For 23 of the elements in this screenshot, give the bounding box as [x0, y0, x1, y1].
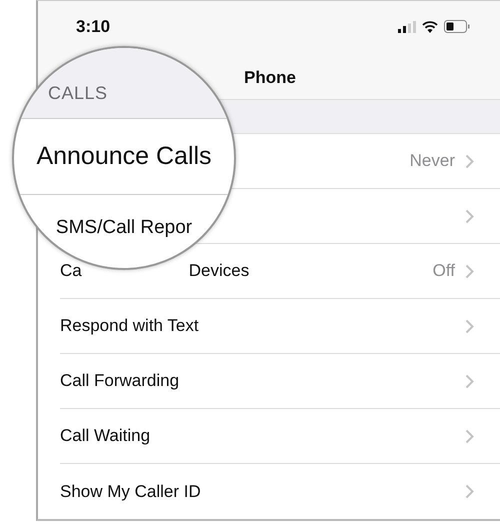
- row-label: Respond with Text: [60, 316, 199, 336]
- nav-title: Phone: [244, 68, 296, 88]
- chevron-icon: [465, 154, 474, 168]
- row-label: Show My Caller ID: [60, 482, 201, 502]
- chevron-icon: [465, 208, 474, 224]
- row-label: Ca: [60, 261, 82, 281]
- magnified-row-label: Announce Calls: [36, 142, 212, 171]
- signal-icon: [398, 20, 416, 32]
- chevron-icon: [465, 264, 474, 278]
- chevron-icon: [465, 318, 474, 334]
- row-label: Devices: [188, 261, 250, 281]
- row-value: Never: [410, 151, 455, 171]
- row-label: Call Waiting: [60, 426, 150, 446]
- magnified-row-label: SMS/Call Repor: [56, 217, 192, 239]
- wifi-icon: [422, 20, 438, 32]
- row-value: Off: [432, 261, 455, 281]
- battery-icon: [444, 20, 470, 33]
- status-time: 3:10: [76, 17, 110, 37]
- chevron-icon: [465, 484, 474, 499]
- section-header: CALLS: [48, 83, 108, 104]
- row-label: Call Forwarding: [60, 371, 180, 391]
- chevron-icon: [465, 428, 474, 444]
- chevron-icon: [465, 374, 474, 388]
